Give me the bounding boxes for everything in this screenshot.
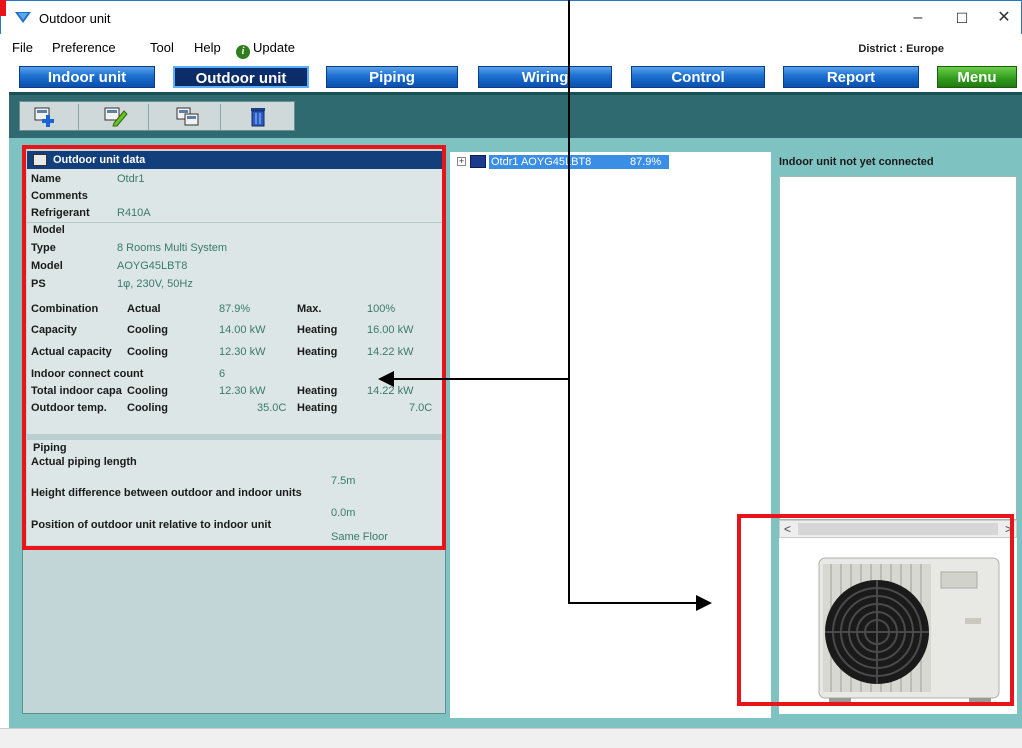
status-bar: [0, 728, 1022, 748]
district-label: District : Europe: [858, 43, 944, 55]
annotation-vertical-line: [568, 0, 570, 604]
main-tab-bar: Indoor unit Outdoor unit Piping Wiring C…: [0, 62, 1022, 90]
tree-expand-toggle[interactable]: +: [457, 157, 466, 166]
menu-update[interactable]: i Update: [236, 40, 295, 59]
tab-control[interactable]: Control: [631, 66, 765, 88]
annotation-highlight-data-panel: [22, 145, 446, 550]
tab-indoor-unit[interactable]: Indoor unit: [19, 66, 155, 88]
annotation-corner-mark: [0, 0, 6, 16]
maximize-button[interactable]: ☐: [947, 7, 977, 29]
title-bar: Outdoor unit – ☐ ✕: [0, 0, 1022, 34]
system-tree-panel: + Otdr1 AOYG45LBT8 87.9%: [450, 152, 771, 718]
menu-tool[interactable]: Tool: [150, 40, 174, 55]
menu-preference[interactable]: Preference: [52, 40, 116, 55]
minimize-button[interactable]: –: [903, 7, 933, 29]
menu-bar: File Preference Tool Help i Update Distri…: [0, 34, 1022, 62]
annotation-line-to-data: [392, 378, 570, 380]
close-button[interactable]: ✕: [989, 7, 1019, 29]
menu-help[interactable]: Help: [194, 40, 221, 55]
tab-piping[interactable]: Piping: [326, 66, 458, 88]
annotation-highlight-unit-image: [737, 514, 1014, 706]
tree-node-percent: 87.9%: [630, 156, 662, 168]
annotation-line-to-image: [568, 602, 698, 604]
tab-outdoor-unit[interactable]: Outdoor unit: [173, 66, 309, 88]
menu-update-label: Update: [253, 40, 295, 55]
add-unit-icon[interactable]: [34, 105, 58, 127]
menu-file[interactable]: File: [12, 40, 33, 55]
update-info-icon: i: [236, 45, 250, 59]
arrow-right-icon: [696, 595, 712, 611]
app-logo-icon: [15, 12, 31, 23]
unconnected-indoor-list[interactable]: [779, 176, 1017, 520]
tab-report[interactable]: Report: [783, 66, 919, 88]
tab-wiring[interactable]: Wiring: [478, 66, 612, 88]
toolbar-separator: [78, 104, 79, 130]
toolbar: [9, 92, 1022, 138]
unconnected-indoor-title: Indoor unit not yet connected: [779, 156, 934, 168]
edit-unit-icon[interactable]: [104, 105, 128, 127]
toolbar-button-group: [19, 101, 295, 131]
outdoor-unit-node-icon: [470, 155, 486, 168]
arrow-left-icon: [378, 371, 394, 387]
menu-button[interactable]: Menu: [937, 66, 1017, 88]
delete-unit-icon[interactable]: [246, 105, 270, 127]
toolbar-separator: [148, 104, 149, 130]
copy-unit-icon[interactable]: [176, 105, 200, 127]
window-title: Outdoor unit: [39, 11, 111, 26]
toolbar-separator: [220, 104, 221, 130]
